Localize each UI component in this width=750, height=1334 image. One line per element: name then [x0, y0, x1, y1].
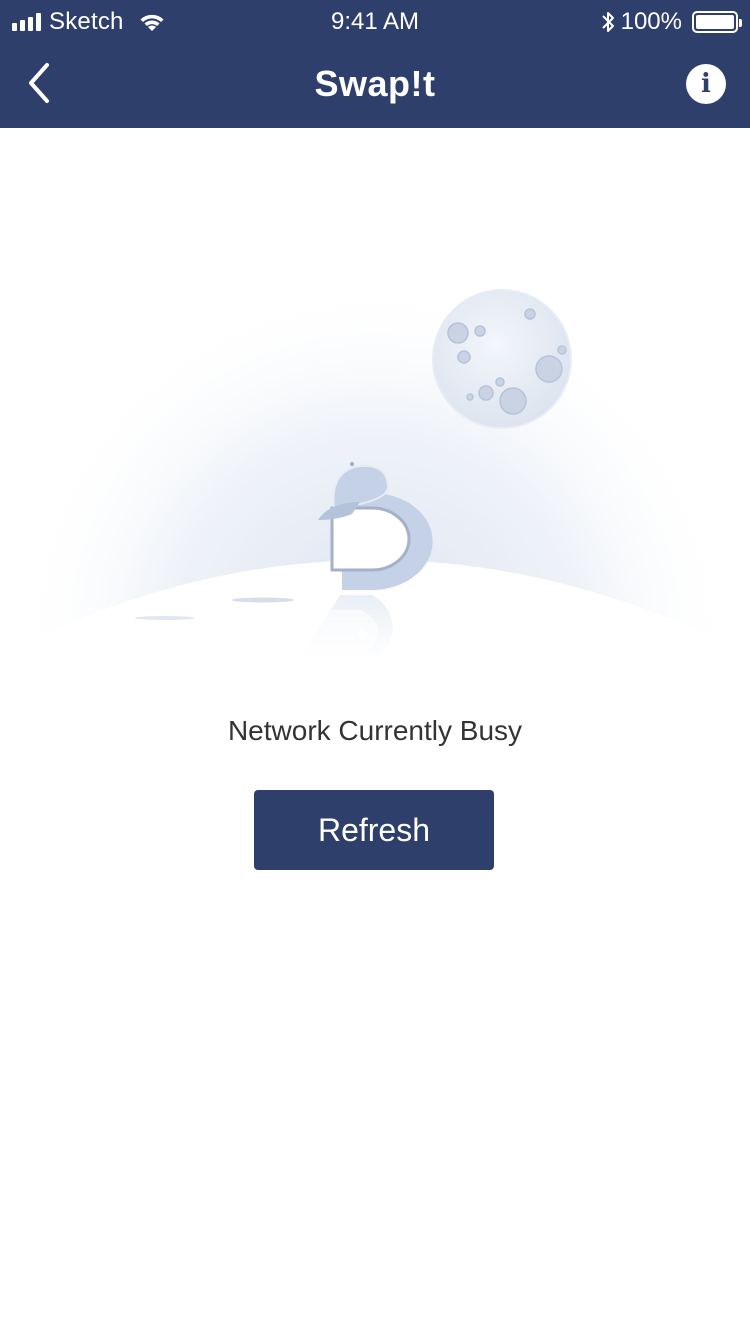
status-message: Network Currently Busy [227, 715, 523, 746]
refresh-button[interactable]: Refresh [254, 790, 494, 870]
battery-icon [692, 11, 742, 33]
bluetooth-icon [601, 12, 614, 32]
battery-percent: 100% [620, 8, 682, 35]
info-button[interactable]: i [686, 64, 726, 104]
moon-icon [432, 289, 572, 429]
status-bar: Sketch 9:41 AM 100% [0, 0, 750, 44]
app-header: Sketch 9:41 AM 100% Swap!t i [0, 0, 750, 128]
page-title: Swap!t [314, 63, 436, 104]
network-busy-illustration [0, 280, 750, 680]
info-icon: i [701, 69, 711, 99]
nav-bar: Swap!t i [0, 44, 750, 128]
status-right: 100% [601, 8, 742, 36]
